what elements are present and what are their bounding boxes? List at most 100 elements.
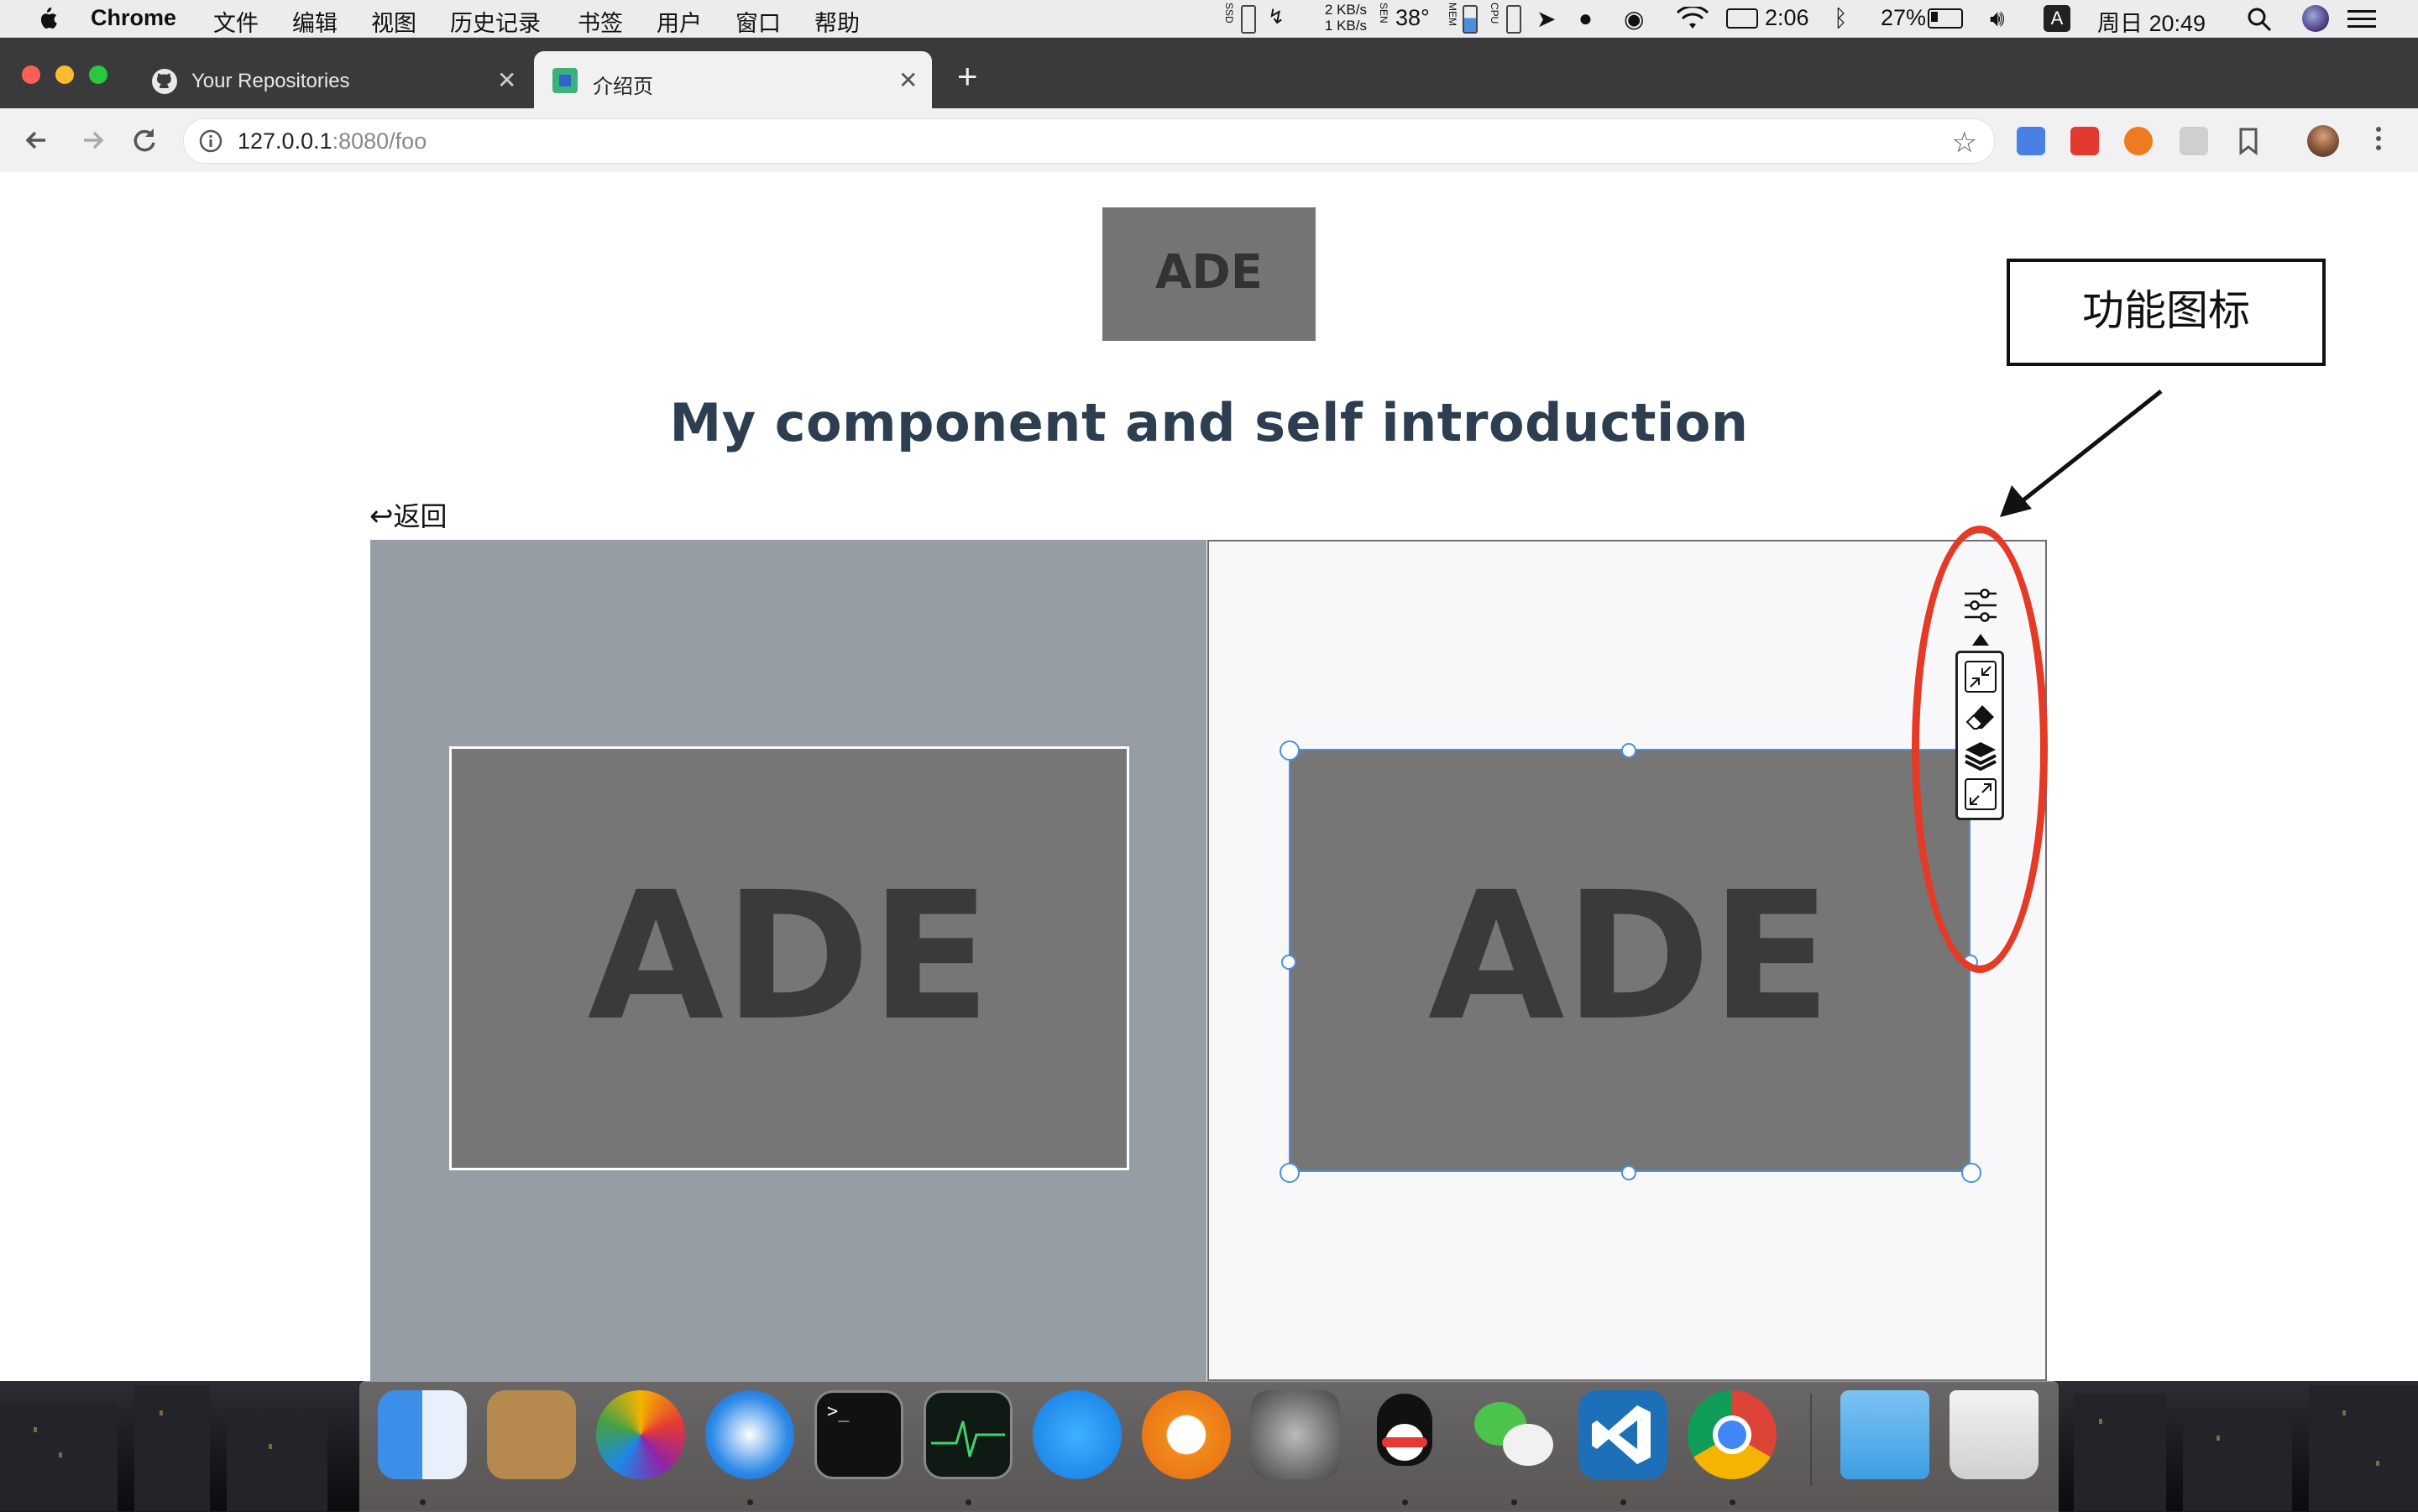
profile-avatar[interactable] bbox=[2307, 125, 2339, 157]
battery-time: 2:06 bbox=[1765, 5, 1809, 30]
tab-intro-page[interactable]: 介绍页 ✕ bbox=[534, 51, 932, 108]
annotation-arrow bbox=[2000, 390, 2163, 517]
menu-file[interactable]: 文件 bbox=[213, 5, 259, 38]
dock-qq-icon[interactable] bbox=[1360, 1390, 1449, 1479]
forward-icon[interactable] bbox=[74, 122, 111, 159]
menu-app-name[interactable]: Chrome bbox=[91, 5, 176, 31]
bluetooth-icon[interactable]: ᛒ bbox=[1834, 5, 1848, 32]
dock-separator bbox=[1810, 1394, 1812, 1486]
browser-window: Your Repositories ✕ 介绍页 ✕ + 127.0.0.1:80… bbox=[0, 38, 2418, 1381]
ssd-gauge-icon bbox=[1241, 5, 1256, 34]
new-tab-button[interactable]: + bbox=[957, 59, 978, 94]
memory-gauge-icon bbox=[1463, 5, 1478, 34]
qq-status-icon[interactable]: ● bbox=[1578, 5, 1593, 32]
wifi-icon[interactable] bbox=[1676, 7, 1709, 30]
menu-history[interactable]: 历史记录 bbox=[450, 5, 541, 38]
battery-percent: 27% bbox=[1881, 5, 1927, 30]
dock-photos-icon[interactable] bbox=[596, 1390, 685, 1479]
running-indicator bbox=[1402, 1499, 1408, 1505]
dock-trash-icon[interactable] bbox=[1950, 1390, 2039, 1479]
spotlight-search-icon[interactable] bbox=[2247, 7, 2272, 32]
resize-handle-left[interactable] bbox=[1281, 955, 1296, 970]
battery-charge-icon[interactable] bbox=[1726, 8, 1758, 29]
resize-handle-top[interactable] bbox=[1621, 743, 1636, 758]
dock-chrome-icon[interactable] bbox=[1688, 1390, 1777, 1479]
wechat-status-icon[interactable]: ◉ bbox=[1624, 5, 1644, 33]
running-indicator bbox=[1511, 1499, 1517, 1505]
close-tab-icon[interactable]: ✕ bbox=[497, 66, 516, 94]
menu-bookmarks[interactable]: 书签 bbox=[578, 5, 623, 38]
cpu-gauge-icon bbox=[1506, 5, 1521, 34]
tab-your-repositories[interactable]: Your Repositories ✕ bbox=[134, 51, 529, 108]
menu-window[interactable]: 窗口 bbox=[735, 5, 781, 38]
menu-people[interactable]: 用户 bbox=[657, 5, 702, 38]
running-indicator bbox=[966, 1499, 971, 1505]
sen-label: SEN bbox=[1378, 3, 1390, 24]
dock-vscode-icon[interactable] bbox=[1578, 1390, 1667, 1479]
reload-icon[interactable] bbox=[126, 122, 163, 159]
url-text[interactable]: 127.0.0.1:8080/foo bbox=[238, 128, 427, 154]
menu-view[interactable]: 视图 bbox=[371, 5, 416, 38]
siri-icon[interactable] bbox=[2302, 5, 2329, 32]
resize-handle-bottom-right[interactable] bbox=[1961, 1163, 1981, 1183]
notification-center-icon[interactable] bbox=[2347, 10, 2376, 28]
minimize-window-button[interactable] bbox=[55, 65, 74, 84]
net-up-value: 2 KB/s bbox=[1324, 2, 1367, 18]
bookmark-extension-icon[interactable] bbox=[2237, 127, 2260, 155]
back-label: 返回 bbox=[393, 501, 447, 531]
back-link[interactable]: ↩返回 bbox=[369, 495, 447, 534]
bookmark-star-icon[interactable]: ☆ bbox=[1952, 126, 1977, 160]
resize-handle-bottom[interactable] bbox=[1621, 1165, 1636, 1180]
back-icon[interactable] bbox=[18, 122, 55, 159]
dock-app-store-icon[interactable] bbox=[1033, 1390, 1122, 1479]
dock-wechat-icon[interactable] bbox=[1469, 1390, 1558, 1479]
input-source-icon[interactable]: A bbox=[2044, 5, 2070, 32]
cpu-label: CPU bbox=[1489, 3, 1500, 24]
dock-safari-icon[interactable] bbox=[705, 1390, 794, 1479]
dock-finder-icon[interactable] bbox=[378, 1390, 467, 1479]
address-bar[interactable]: 127.0.0.1:8080/foo ☆ bbox=[183, 118, 1995, 164]
tab-strip: Your Repositories ✕ 介绍页 ✕ + bbox=[0, 38, 2418, 108]
mem-label: MEM bbox=[1447, 3, 1458, 26]
menu-bar: Chrome 文件 编辑 视图 历史记录 书签 用户 窗口 帮助 SSD ↯ 2… bbox=[0, 0, 2418, 38]
logo-text: ADE bbox=[588, 854, 991, 1059]
resize-handle-top-left[interactable] bbox=[1280, 740, 1300, 761]
running-indicator bbox=[1730, 1499, 1735, 1505]
page-favicon-icon bbox=[552, 68, 578, 93]
tab-title: 介绍页 bbox=[593, 76, 653, 98]
menu-edit[interactable]: 编辑 bbox=[292, 5, 338, 38]
orange-extension-icon[interactable] bbox=[2124, 127, 2153, 155]
dock-folder-icon[interactable] bbox=[1840, 1390, 1929, 1479]
dock-contacts-icon[interactable] bbox=[487, 1390, 576, 1479]
close-tab-icon[interactable]: ✕ bbox=[898, 66, 918, 94]
dock-terminal-icon[interactable]: >_ bbox=[814, 1390, 903, 1479]
send-icon[interactable]: ➤ bbox=[1536, 5, 1556, 33]
gray-extension-icon[interactable] bbox=[2180, 127, 2208, 155]
annotation-callout: 功能图标 bbox=[2007, 259, 2326, 366]
selected-image[interactable]: ADE bbox=[1289, 749, 1971, 1172]
url-path: :8080/foo bbox=[332, 128, 427, 154]
fe-extension-icon[interactable] bbox=[2070, 127, 2099, 155]
browser-menu-icon[interactable] bbox=[2376, 127, 2383, 150]
dock: >_ bbox=[359, 1381, 2059, 1512]
running-indicator bbox=[747, 1499, 753, 1505]
close-window-button[interactable] bbox=[22, 65, 40, 84]
site-info-icon[interactable] bbox=[199, 129, 222, 153]
ssd-label: SSD bbox=[1223, 3, 1235, 24]
callout-text: 功能图标 bbox=[2082, 287, 2250, 334]
zoom-window-button[interactable] bbox=[89, 65, 107, 84]
resize-handle-bottom-left[interactable] bbox=[1280, 1163, 1300, 1183]
back-arrow-icon: ↩ bbox=[369, 500, 394, 532]
battery-icon[interactable] bbox=[1928, 8, 1963, 29]
clock[interactable]: 周日 20:49 bbox=[2097, 5, 2206, 38]
browser-toolbar: 127.0.0.1:8080/foo ☆ bbox=[0, 108, 2418, 173]
dock-system-preferences-icon[interactable] bbox=[1251, 1390, 1340, 1479]
github-icon bbox=[152, 69, 177, 94]
translate-extension-icon[interactable] bbox=[2017, 127, 2045, 155]
dock-ibooks-icon[interactable] bbox=[1142, 1390, 1231, 1479]
preview-image[interactable]: ADE bbox=[449, 746, 1129, 1170]
apple-icon[interactable] bbox=[34, 5, 59, 32]
dock-activity-monitor-icon[interactable] bbox=[924, 1390, 1013, 1479]
volume-icon[interactable]: 🔊︎ bbox=[1990, 5, 2005, 33]
menu-help[interactable]: 帮助 bbox=[814, 5, 860, 38]
